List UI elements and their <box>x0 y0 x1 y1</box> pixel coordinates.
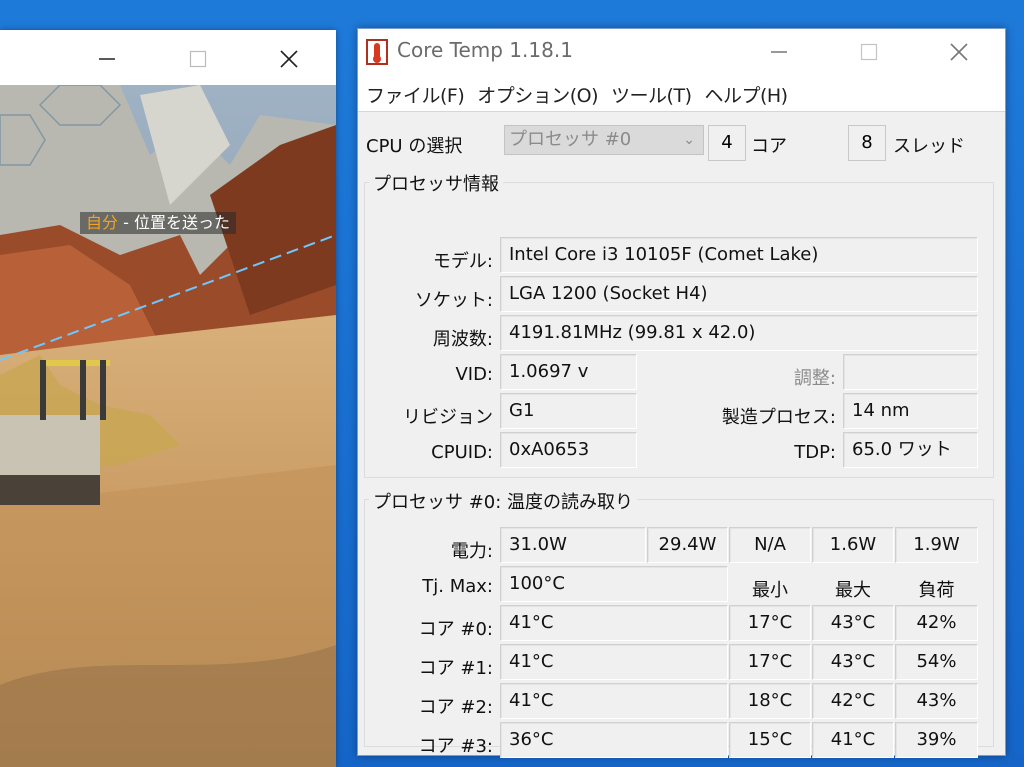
thread-count-value: 8 <box>848 125 886 161</box>
model-label: モデル: <box>432 251 493 272</box>
core-2-load: 43% <box>895 683 978 719</box>
core-1-label: コア #1: <box>418 658 493 679</box>
game-scene-image <box>0 85 336 767</box>
core-1-temp: 41°C <box>500 644 728 680</box>
maximize-icon <box>860 43 878 61</box>
max-column-header: 最大 <box>835 580 871 601</box>
minimize-button[interactable] <box>756 35 802 69</box>
tjmax-label: Tj. Max: <box>422 576 493 597</box>
frequency-value: 4191.81MHz (99.81 x 42.0) <box>500 315 978 351</box>
coretemp-window: Core Temp 1.18.1 ファイル(F) オプション(O) ツール(T)… <box>357 28 1006 758</box>
core-2-label: コア #2: <box>418 697 493 718</box>
minimize-icon <box>99 58 115 60</box>
thread-count-label: スレッド <box>893 136 965 157</box>
game-titlebar <box>0 30 336 85</box>
processor-select-value: プロセッサ #0 <box>509 129 632 150</box>
close-button[interactable] <box>936 35 982 69</box>
cpu-select-label: CPU の選択 <box>366 136 463 157</box>
core-1-max: 43°C <box>812 644 894 680</box>
adjust-value <box>843 354 978 390</box>
min-column-header: 最小 <box>752 580 788 601</box>
power-uncore-value: N/A <box>729 527 811 563</box>
socket-label: ソケット: <box>414 290 493 311</box>
power-label: 電力: <box>450 541 493 562</box>
core-count-label: コア <box>751 136 787 157</box>
power-package-value: 31.0W <box>500 527 646 563</box>
ping-notification: 自分 - 位置を送った <box>80 212 236 234</box>
cpuid-value: 0xA0653 <box>500 432 637 468</box>
frequency-label: 周波数: <box>432 329 493 350</box>
game-window: 自分 - 位置を送った <box>0 30 336 767</box>
core-1-min: 17°C <box>729 644 811 680</box>
tdp-label: TDP: <box>794 442 836 463</box>
core-2-min: 18°C <box>729 683 811 719</box>
power-dram-value: 1.6W <box>812 527 894 563</box>
ping-message: - 位置を送った <box>118 213 230 232</box>
vid-label: VID: <box>455 364 493 385</box>
close-icon <box>950 43 968 61</box>
core-3-temp: 36°C <box>500 722 728 758</box>
revision-value: G1 <box>500 393 637 429</box>
power-cores-value: 29.4W <box>647 527 728 563</box>
maximize-button[interactable] <box>846 35 892 69</box>
processor-select[interactable]: プロセッサ #0 ⌄ <box>504 125 704 155</box>
menu-file[interactable]: ファイル(F) <box>361 81 469 108</box>
core-3-load: 39% <box>895 722 978 758</box>
game-viewport[interactable]: 自分 - 位置を送った <box>0 85 336 767</box>
tjmax-value: 100°C <box>500 566 728 602</box>
core-1-load: 54% <box>895 644 978 680</box>
ping-player-name: 自分 <box>86 213 119 232</box>
revision-label: リビジョン <box>403 407 493 428</box>
core-0-temp: 41°C <box>500 605 728 641</box>
core-3-max: 41°C <box>812 722 894 758</box>
menu-help[interactable]: ヘルプ(H) <box>699 81 792 108</box>
menu-options[interactable]: オプション(O) <box>472 81 603 108</box>
adjust-label: 調整: <box>793 368 836 389</box>
minimize-icon <box>771 51 787 53</box>
cpuid-label: CPUID: <box>431 442 493 463</box>
power-gpu-value: 1.9W <box>895 527 978 563</box>
load-column-header: 負荷 <box>918 580 955 601</box>
process-label: 製造プロセス: <box>721 407 836 428</box>
close-icon <box>280 50 298 68</box>
socket-value: LGA 1200 (Socket H4) <box>500 276 978 312</box>
core-3-min: 15°C <box>729 722 811 758</box>
core-0-load: 42% <box>895 605 978 641</box>
menu-tools[interactable]: ツール(T) <box>606 81 696 108</box>
core-0-label: コア #0: <box>418 619 493 640</box>
maximize-icon <box>189 50 207 68</box>
core-3-label: コア #3: <box>418 736 493 757</box>
coretemp-body: CPU の選択 プロセッサ #0 ⌄ 4 コア 8 スレッド プロセッサ情報 モ… <box>358 112 1005 758</box>
game-close-button[interactable] <box>266 42 312 76</box>
window-title: Core Temp 1.18.1 <box>397 38 573 62</box>
temperature-group-title: プロセッサ #0: 温度の読み取り <box>369 488 638 514</box>
core-2-max: 42°C <box>812 683 894 719</box>
game-maximize-button[interactable] <box>175 42 221 76</box>
vid-value: 1.0697 v <box>500 354 637 390</box>
core-0-max: 43°C <box>812 605 894 641</box>
core-0-min: 17°C <box>729 605 811 641</box>
coretemp-titlebar: Core Temp 1.18.1 <box>358 29 1005 77</box>
chevron-down-icon: ⌄ <box>683 132 695 148</box>
processor-info-title: プロセッサ情報 <box>369 170 503 196</box>
thermometer-app-icon <box>366 39 388 65</box>
game-minimize-button[interactable] <box>84 42 130 76</box>
model-value: Intel Core i3 10105F (Comet Lake) <box>500 237 978 273</box>
tdp-value: 65.0 ワット <box>843 432 978 468</box>
menu-bar: ファイル(F) オプション(O) ツール(T) ヘルプ(H) <box>358 77 1005 112</box>
process-value: 14 nm <box>843 393 978 429</box>
core-2-temp: 41°C <box>500 683 728 719</box>
core-count-value: 4 <box>708 125 746 161</box>
